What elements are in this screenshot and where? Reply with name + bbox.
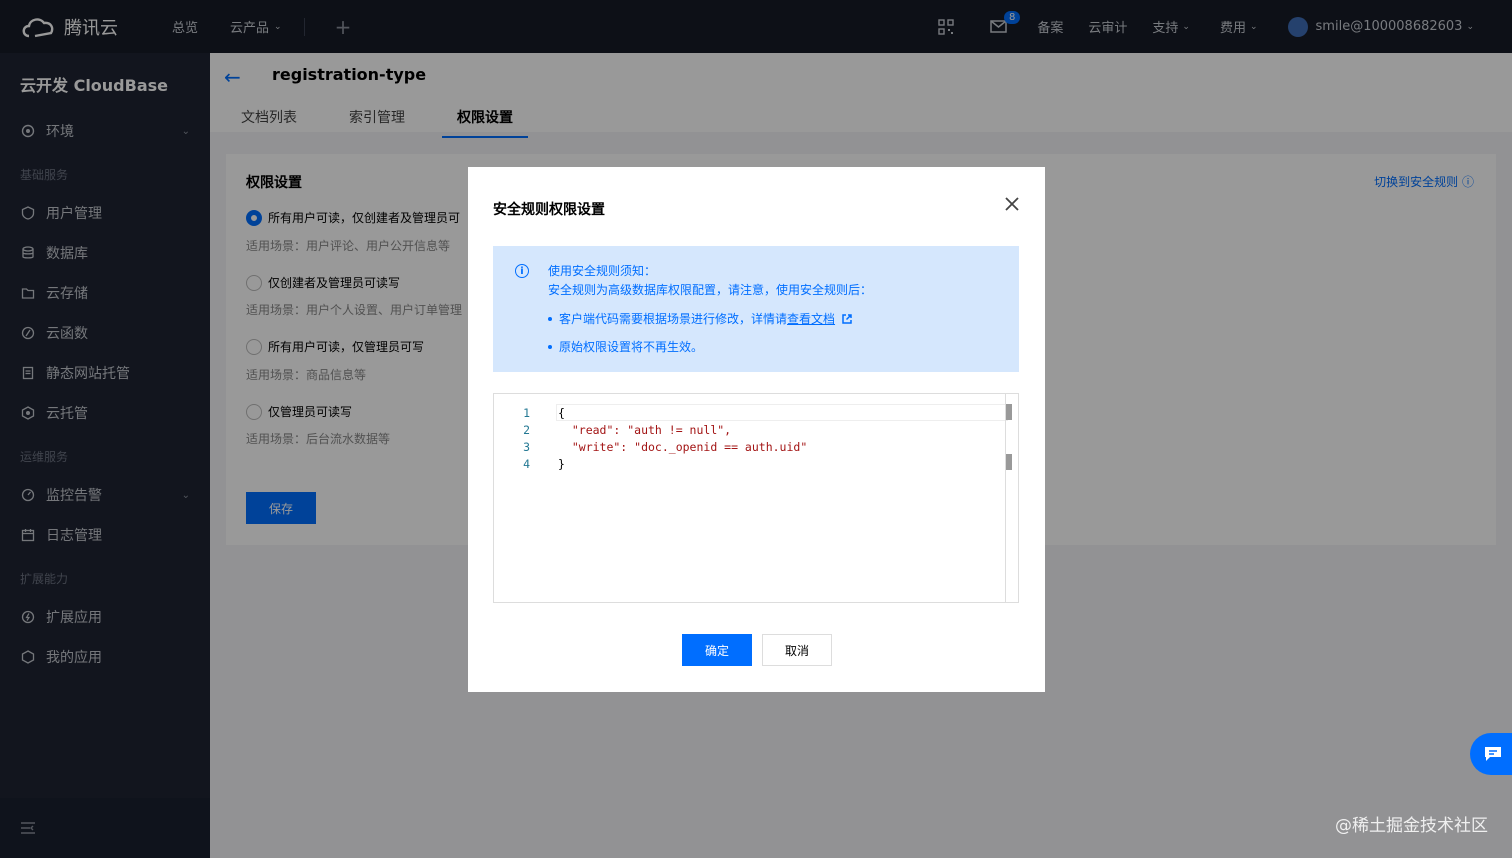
code-line: 3 "write": "doc._openid == auth.uid" — [494, 438, 807, 455]
editor-scrollbar-track — [1005, 394, 1006, 602]
notice-description: 安全规则为高级数据库权限配置，请注意，使用安全规则后： — [548, 283, 873, 297]
notice-bullet: 原始权限设置将不再生效。 — [548, 338, 703, 355]
notice-title: 使用安全规则须知： — [548, 264, 657, 278]
code-editor[interactable]: 1{ 2 "read": "auth != null", 3 "write": … — [493, 393, 1019, 603]
code-line: 4} — [494, 455, 565, 472]
view-docs-link[interactable]: 查看文档 — [787, 310, 835, 327]
notice-box: i 使用安全规则须知： 安全规则为高级数据库权限配置，请注意，使用安全规则后： … — [493, 246, 1019, 372]
info-icon: i — [515, 264, 529, 278]
code-text: "read": "auth != null", — [558, 422, 732, 437]
bullet-dot — [548, 316, 552, 321]
watermark: @稀土掘金技术社区 — [1335, 816, 1488, 836]
notice-bullet: 客户端代码需要根据场景进行修改，详情请 查看文档 — [548, 310, 853, 327]
code-text: { — [558, 405, 565, 420]
line-number: 3 — [523, 439, 530, 454]
external-link-icon[interactable] — [841, 313, 853, 325]
line-number: 2 — [523, 422, 530, 437]
code-text: "write": "doc._openid == auth.uid" — [558, 439, 808, 454]
editor-scrollbar-marker[interactable] — [1006, 404, 1012, 420]
code-text: } — [558, 456, 565, 471]
dialog-title: 安全规则权限设置 — [493, 202, 605, 218]
line-number: 4 — [523, 456, 530, 471]
code-line: 1{ — [494, 404, 565, 421]
bullet-text: 客户端代码需要根据场景进行修改，详情请 — [559, 312, 788, 326]
confirm-button[interactable]: 确定 — [682, 634, 752, 666]
close-icon[interactable] — [1003, 195, 1021, 213]
editor-scrollbar-marker[interactable] — [1006, 454, 1012, 470]
code-line: 2 "read": "auth != null", — [494, 421, 731, 438]
chat-support-button[interactable] — [1470, 733, 1512, 775]
line-number: 1 — [523, 405, 530, 420]
bullet-dot — [548, 344, 552, 349]
current-line-highlight — [556, 404, 1008, 421]
cancel-button[interactable]: 取消 — [762, 634, 832, 666]
security-rules-dialog: 安全规则权限设置 i 使用安全规则须知： 安全规则为高级数据库权限配置，请注意，… — [468, 167, 1045, 692]
chat-icon — [1485, 747, 1501, 761]
bullet-text: 原始权限设置将不再生效。 — [559, 340, 704, 354]
